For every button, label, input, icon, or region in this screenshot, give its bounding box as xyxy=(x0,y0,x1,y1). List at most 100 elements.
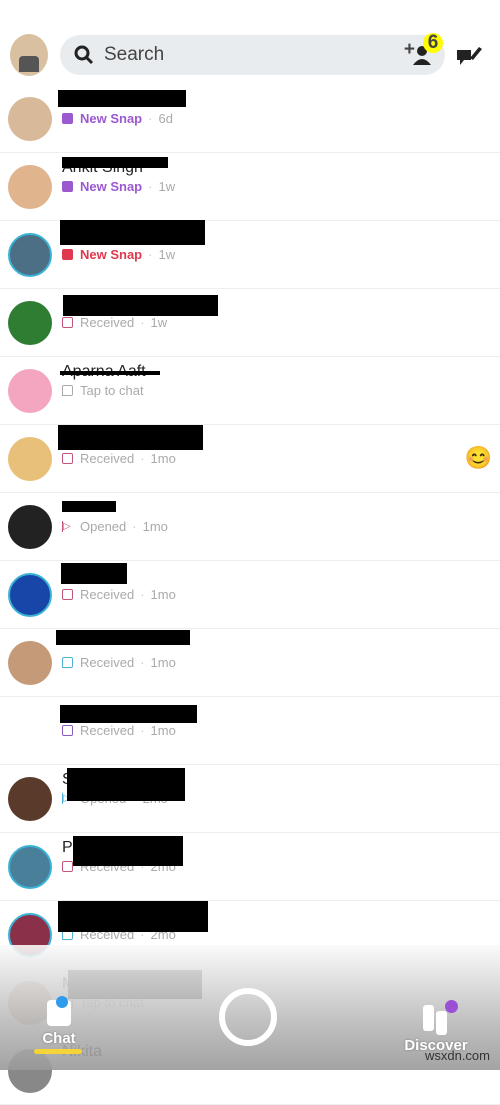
chat-status: Received · 1mo xyxy=(62,655,176,670)
status-time: 1mo xyxy=(150,723,176,738)
status-text: Received xyxy=(80,723,135,738)
friend-avatar[interactable] xyxy=(8,641,52,685)
status-time: 1w xyxy=(158,247,176,262)
redaction-bar xyxy=(56,630,190,645)
received-snap-icon xyxy=(62,861,73,872)
friend-avatar[interactable] xyxy=(8,233,52,277)
chat-row[interactable]: New Snap · 6d xyxy=(0,85,500,153)
received-snap-icon xyxy=(62,453,73,464)
redaction-bar xyxy=(60,371,160,375)
chat-icon xyxy=(62,657,73,668)
status-text: Received xyxy=(80,587,135,602)
camera-capture-button[interactable] xyxy=(219,988,277,1046)
friend-avatar[interactable] xyxy=(8,437,52,481)
redaction-bar xyxy=(58,90,186,107)
redaction-bar xyxy=(58,425,203,450)
search-bar[interactable]: Search + 6 xyxy=(60,33,445,75)
friend-avatar[interactable] xyxy=(8,777,52,821)
active-tab-underline xyxy=(34,1049,82,1054)
redaction-bar xyxy=(58,901,208,932)
nav-chat[interactable]: Chat xyxy=(34,996,84,1054)
friend-avatar[interactable] xyxy=(8,301,52,345)
chat-row[interactable]: Aparna Aaft Tap to chat xyxy=(0,357,500,425)
separator: · xyxy=(148,179,153,194)
status-time: 1mo xyxy=(150,655,176,670)
nav-discover[interactable]: Discover xyxy=(398,1000,474,1054)
watermark: wsxdn.com xyxy=(424,1048,490,1063)
status-time: 1mo xyxy=(142,519,168,534)
friend-emoji: 😊 xyxy=(464,445,492,470)
separator: · xyxy=(140,655,145,670)
new-chat-icon[interactable] xyxy=(456,44,482,68)
friend-avatar[interactable] xyxy=(8,505,52,549)
friend-avatar[interactable] xyxy=(8,709,52,753)
friend-avatar[interactable] xyxy=(8,845,52,889)
chat-row[interactable]: Received · 1mo xyxy=(0,697,500,765)
chat-status: Received · 1w xyxy=(62,315,167,330)
status-text: Received xyxy=(80,315,135,330)
status-text: Opened xyxy=(80,519,127,534)
friend-request-badge: 6 xyxy=(423,33,443,53)
chat-status: New Snap · 6d xyxy=(62,111,173,126)
separator: · xyxy=(140,587,145,602)
redaction-bar xyxy=(62,501,116,512)
redaction-bar xyxy=(62,157,168,168)
add-friend-button[interactable]: + 6 xyxy=(385,33,445,75)
chat-status: Received · 1mo xyxy=(62,723,176,738)
chat-row[interactable]: New Snap · 1w xyxy=(0,220,500,289)
chat-row[interactable]: Ankit Singh New Snap·1w xyxy=(0,153,500,221)
snap-icon xyxy=(62,181,73,192)
friend-avatar[interactable] xyxy=(8,165,52,209)
status-time: 1mo xyxy=(150,587,176,602)
friend-avatar[interactable] xyxy=(8,573,52,617)
received-snap-icon xyxy=(62,725,73,736)
chat-row[interactable]: P Received · 2mo xyxy=(0,833,500,901)
chat-status: New Snap · 1w xyxy=(62,179,175,194)
separator: · xyxy=(132,519,137,534)
snap-icon xyxy=(62,113,73,124)
redaction-bar xyxy=(60,705,197,723)
redaction-bar xyxy=(60,220,205,245)
status-time: 1mo xyxy=(150,451,176,466)
redaction-bar xyxy=(67,768,185,801)
search-placeholder: Search xyxy=(104,44,165,65)
status-text: New Snap xyxy=(80,179,143,194)
status-text: New Snap xyxy=(80,111,143,126)
received-snap-icon xyxy=(62,589,73,600)
notification-dot xyxy=(445,1000,458,1013)
status-time: 1w xyxy=(150,315,168,330)
friend-avatar[interactable] xyxy=(8,97,52,141)
separator: · xyxy=(148,111,153,126)
chat-row[interactable]: ▷ Opened · 1mo xyxy=(0,493,500,561)
status-text: New Snap xyxy=(80,247,143,262)
chat-row[interactable]: S ▷Opened·2mo xyxy=(0,765,500,833)
chat-icon xyxy=(62,385,73,396)
chat-row[interactable]: Received · 1w xyxy=(0,289,500,357)
separator: · xyxy=(140,451,145,466)
friend-avatar[interactable] xyxy=(8,369,52,413)
status-text: Received xyxy=(80,451,135,466)
snap-icon xyxy=(62,249,73,260)
profile-avatar[interactable] xyxy=(10,34,48,76)
chat-status: Received · 1mo xyxy=(62,451,176,466)
separator: · xyxy=(140,315,145,330)
opened-arrow-icon: ▷ xyxy=(62,521,73,532)
chat-status: Received · 1mo xyxy=(62,587,176,602)
chat-row[interactable]: Received · 1mo 😊 xyxy=(0,425,500,493)
redaction-bar xyxy=(61,563,127,584)
status-time: 1w xyxy=(158,179,176,194)
chat-status: ▷ Opened · 1mo xyxy=(62,519,168,534)
redaction-bar xyxy=(73,836,183,866)
chat-row[interactable]: Received · 1mo xyxy=(0,561,500,629)
discover-icon xyxy=(421,1000,458,1035)
nav-chat-label: Chat xyxy=(42,1030,76,1047)
separator: · xyxy=(140,723,145,738)
chat-row[interactable]: Received · 1mo xyxy=(0,629,500,697)
status-time: 6d xyxy=(158,111,173,126)
status-text: Tap to chat xyxy=(80,383,144,398)
search-icon xyxy=(74,45,94,65)
chat-status: New Snap · 1w xyxy=(62,247,175,262)
status-text: Received xyxy=(80,655,135,670)
chat-status: Tap to chat xyxy=(62,383,144,398)
redaction-bar xyxy=(63,295,218,316)
